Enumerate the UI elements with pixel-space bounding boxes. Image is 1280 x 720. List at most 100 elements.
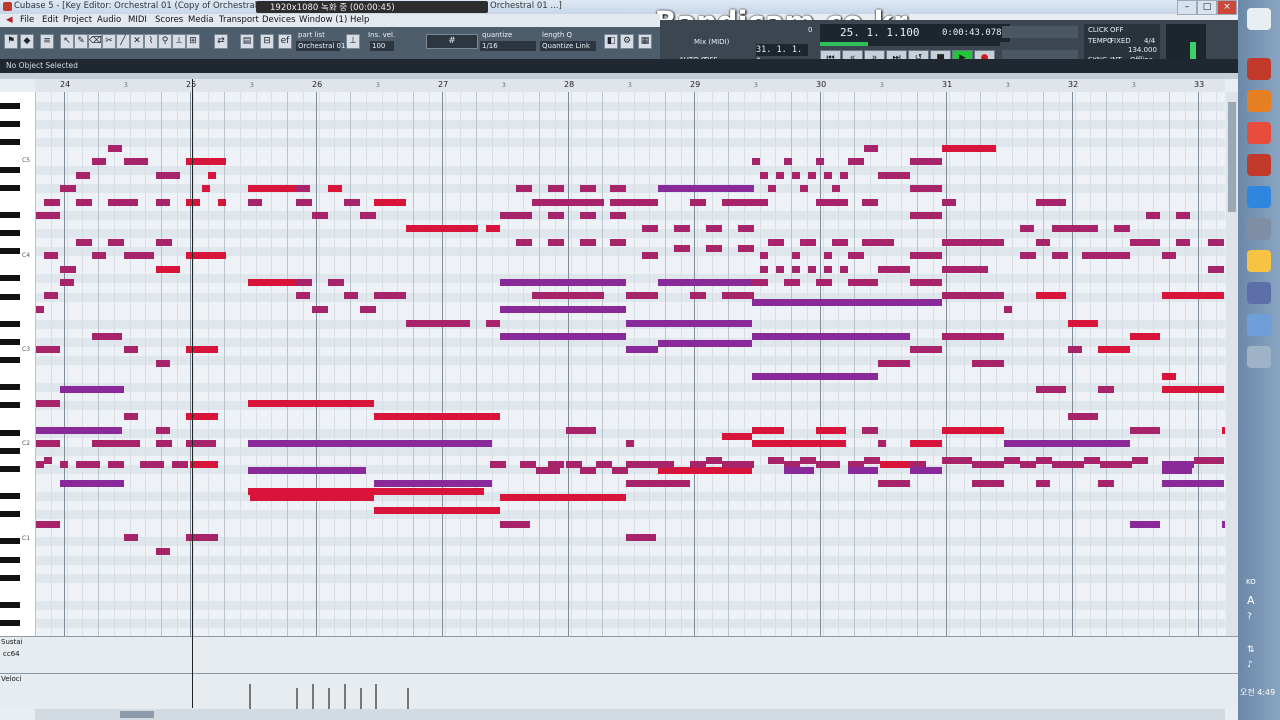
midi-note[interactable]	[186, 199, 200, 206]
midi-note[interactable]	[942, 145, 996, 152]
midi-note[interactable]	[548, 239, 564, 246]
midi-note[interactable]	[1162, 252, 1176, 259]
black-key[interactable]	[0, 384, 20, 391]
midi-note[interactable]	[816, 461, 832, 468]
midi-note[interactable]	[1098, 480, 1114, 487]
menu-devices[interactable]: Devices	[262, 15, 296, 25]
midi-note[interactable]	[406, 225, 478, 232]
midi-note[interactable]	[776, 266, 784, 273]
midi-note[interactable]	[848, 158, 864, 165]
glue-tool-icon[interactable]: ⌇	[144, 34, 158, 49]
midi-note[interactable]	[44, 292, 58, 299]
maximize-button[interactable]: □	[1197, 0, 1217, 15]
midi-note[interactable]	[108, 145, 122, 152]
black-key[interactable]	[0, 139, 20, 146]
trim-tool-icon[interactable]: ✂	[102, 34, 116, 49]
midi-note[interactable]	[296, 185, 310, 192]
midi-note[interactable]	[832, 185, 840, 192]
black-key[interactable]	[0, 293, 20, 300]
black-key[interactable]	[0, 493, 20, 500]
midi-note[interactable]	[610, 212, 626, 219]
midi-note[interactable]	[92, 333, 122, 340]
midi-note[interactable]	[1084, 457, 1100, 464]
midi-note[interactable]	[186, 346, 218, 353]
midi-note[interactable]	[942, 427, 1004, 434]
midi-note[interactable]	[878, 172, 910, 179]
info-line-toggle-icon[interactable]: ≡	[40, 34, 54, 49]
menu-help[interactable]: Help	[350, 15, 369, 25]
midi-note[interactable]	[626, 346, 658, 353]
taskbar-clock[interactable]: 오전 4:49	[1240, 687, 1275, 698]
black-key[interactable]	[0, 166, 20, 173]
network-tray-icon[interactable]: ⇅	[1247, 645, 1255, 655]
midi-note[interactable]	[626, 480, 658, 487]
midi-note[interactable]	[840, 172, 848, 179]
mute-tool-icon[interactable]: ✕	[130, 34, 144, 49]
autoscroll-icon[interactable]: ⇄	[214, 34, 228, 49]
midi-note[interactable]	[1132, 457, 1148, 464]
midi-note[interactable]	[752, 299, 878, 306]
marker-selector[interactable]	[1002, 26, 1078, 38]
midi-note[interactable]	[486, 320, 500, 327]
velocity-bar[interactable]	[360, 688, 362, 710]
midi-note[interactable]	[312, 306, 328, 313]
black-key[interactable]	[0, 121, 20, 128]
midi-note[interactable]	[752, 279, 768, 286]
insert-velocity-field[interactable]: 100	[370, 41, 394, 51]
click-value[interactable]: OFF	[1110, 26, 1124, 34]
midi-note[interactable]	[60, 266, 76, 273]
midi-note[interactable]	[972, 360, 1004, 367]
midi-note[interactable]	[490, 461, 506, 468]
midi-note[interactable]	[642, 225, 658, 232]
midi-note[interactable]	[374, 507, 500, 514]
volume-icon[interactable]: ♪	[1247, 660, 1253, 670]
midi-note[interactable]	[92, 252, 106, 259]
velocity-bar[interactable]	[375, 684, 377, 710]
midi-note[interactable]	[738, 461, 754, 468]
midi-note[interactable]	[36, 521, 60, 528]
tempo-value[interactable]: 134.000	[1128, 46, 1157, 54]
midi-note[interactable]	[942, 292, 1004, 299]
midi-note[interactable]	[1052, 461, 1068, 468]
midi-note[interactable]	[156, 199, 170, 206]
midi-note[interactable]	[752, 199, 768, 206]
midi-note[interactable]	[248, 400, 374, 407]
show-part-borders-icon[interactable]: ⊟	[260, 34, 274, 49]
midi-note[interactable]	[862, 199, 878, 206]
midi-note[interactable]	[1004, 457, 1020, 464]
midi-note[interactable]	[752, 427, 784, 434]
midi-note[interactable]	[878, 440, 886, 447]
midi-note[interactable]	[248, 279, 296, 286]
midi-note[interactable]	[36, 306, 44, 313]
settings-icon[interactable]: ⚙	[620, 34, 634, 49]
midi-note[interactable]	[124, 440, 140, 447]
black-key[interactable]	[0, 556, 20, 563]
midi-note[interactable]	[722, 461, 738, 468]
midi-note[interactable]	[374, 292, 406, 299]
lane-label-sustain[interactable]: Sustai	[1, 638, 33, 646]
midi-note[interactable]	[580, 185, 596, 192]
midi-note[interactable]	[942, 333, 1004, 340]
midi-note[interactable]	[988, 461, 1004, 468]
midi-note[interactable]	[626, 292, 658, 299]
midi-note[interactable]	[312, 212, 328, 219]
midi-note[interactable]	[296, 279, 312, 286]
midi-note[interactable]	[328, 279, 344, 286]
part-list-select[interactable]: Orchestral 01	[296, 41, 345, 51]
menu-project[interactable]: Project	[63, 15, 92, 25]
midi-note[interactable]	[658, 279, 752, 286]
midi-note[interactable]	[156, 239, 172, 246]
midi-note[interactable]	[1068, 346, 1082, 353]
midi-note[interactable]	[658, 340, 752, 347]
midi-note[interactable]	[910, 346, 942, 353]
midi-note[interactable]	[910, 212, 942, 219]
midi-note[interactable]	[738, 245, 754, 252]
menu-media[interactable]: Media	[188, 15, 214, 25]
midi-note[interactable]	[44, 252, 58, 259]
midi-note[interactable]	[816, 158, 824, 165]
velocity-bar[interactable]	[312, 684, 314, 710]
zoom-tool-icon[interactable]: ⚲	[158, 34, 172, 49]
folder-icon[interactable]	[1247, 250, 1271, 272]
midi-note[interactable]	[800, 185, 808, 192]
midi-note[interactable]	[768, 457, 784, 464]
